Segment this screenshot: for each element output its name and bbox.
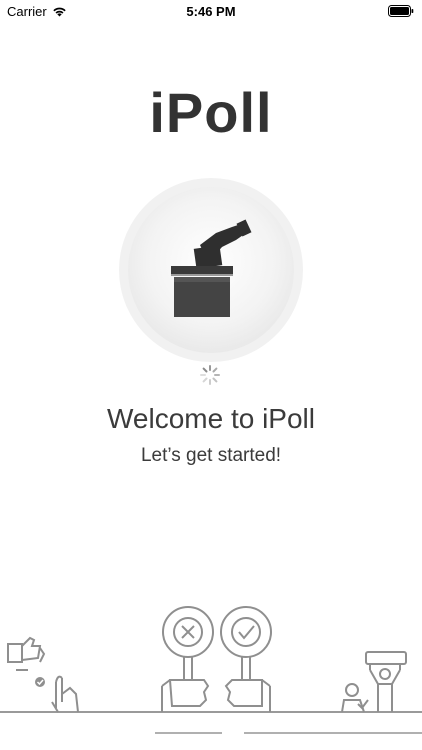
thumbs-hand-icon: [7, 636, 79, 713]
battery-icon: [388, 5, 414, 20]
spinner-icon: [200, 365, 220, 385]
status-bar: Carrier 5:46 PM: [0, 0, 422, 22]
app-title: iPoll: [149, 81, 273, 144]
welcome-heading: Welcome to iPoll: [106, 403, 315, 434]
approve-sign-icon: [220, 606, 272, 712]
reject-sign-icon: [161, 606, 214, 712]
welcome-subheading: Let’s get started!: [140, 445, 282, 466]
status-time: 5:46 PM: [186, 4, 236, 19]
voters-icon: [341, 651, 407, 713]
hero-circle: [119, 178, 303, 362]
bottom-illustration: [0, 606, 422, 734]
